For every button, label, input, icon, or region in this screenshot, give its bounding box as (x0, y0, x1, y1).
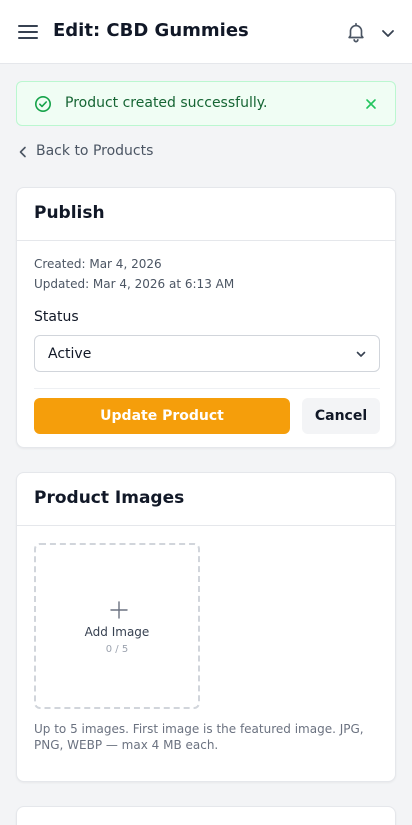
status-label: Status (34, 309, 79, 325)
alert-message: Product created successfully. (65, 95, 268, 111)
divider (34, 388, 380, 389)
product-images-title: Product Images (34, 488, 185, 508)
add-image-label: Add Image (84, 625, 150, 639)
chevron-down-icon[interactable] (379, 24, 397, 42)
product-images-header: Product Images (17, 473, 395, 526)
created-date: Created: Mar 4, 2026 (34, 257, 162, 271)
add-image-dropzone[interactable]: Add Image 0 / 5 (34, 543, 200, 709)
updated-date: Updated: Mar 4, 2026 at 6:13 AM (34, 277, 235, 291)
cancel-button[interactable]: Cancel (302, 398, 380, 434)
close-icon[interactable] (363, 96, 379, 112)
top-bar: Edit: CBD Gummies (0, 0, 412, 64)
status-value: Active (48, 346, 92, 362)
hamburger-menu-icon[interactable] (18, 24, 38, 40)
images-help-text: Up to 5 images. First image is the featu… (34, 722, 364, 752)
success-alert: Product created successfully. (16, 81, 396, 126)
bell-icon[interactable] (345, 21, 367, 43)
status-select[interactable]: Active (34, 335, 380, 372)
page-title: Edit: CBD Gummies (53, 20, 249, 41)
back-link-label: Back to Products (36, 143, 154, 159)
publish-card: Publish Created: Mar 4, 2026 Updated: Ma… (16, 187, 396, 448)
next-card (16, 806, 396, 825)
image-count: 0 / 5 (105, 644, 129, 655)
chevron-left-icon (19, 146, 26, 158)
update-product-button[interactable]: Update Product (34, 398, 290, 434)
plus-icon (110, 601, 128, 619)
check-circle-icon (35, 96, 51, 112)
chevron-down-icon (356, 351, 366, 357)
publish-title: Publish (34, 203, 105, 223)
publish-card-header: Publish (17, 188, 395, 241)
product-images-card: Product Images Add Image 0 / 5 Up to 5 i… (16, 472, 396, 782)
